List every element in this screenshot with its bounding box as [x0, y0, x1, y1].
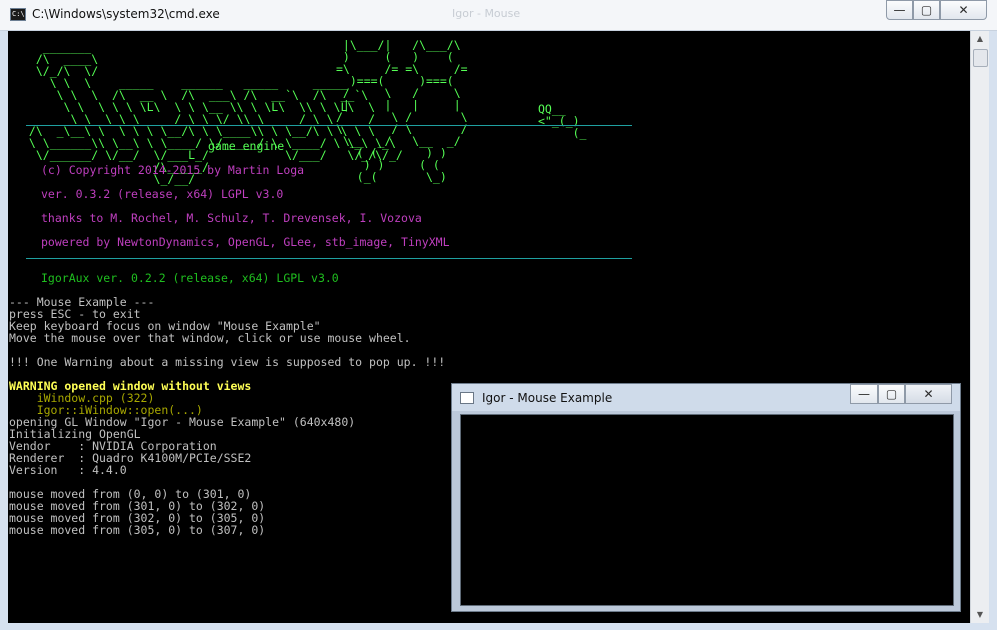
scroll-thumb[interactable] [973, 49, 988, 67]
logo-baseline [26, 125, 632, 126]
move-hint: Move the mouse over that window, click o… [9, 331, 411, 345]
close-icon: ✕ [958, 3, 969, 17]
maximize-icon: ▢ [885, 387, 898, 401]
gl-version-line: Version : 4.4.0 [9, 463, 127, 477]
igor-window-title: Igor - Mouse Example [482, 391, 613, 405]
igor-close-button[interactable]: ✕ [905, 384, 952, 404]
close-icon: ✕ [923, 387, 934, 401]
minimize-icon: — [893, 3, 906, 17]
engine-label: game engine [208, 139, 285, 153]
cats-ascii-art: |\___/| /\___/\ ) ( ) ( =\ /= =\ /= )===… [336, 38, 468, 184]
igor-maximize-button[interactable]: ▢ [878, 384, 905, 404]
igor-window: Igor - Mouse Example — ▢ ✕ [451, 383, 961, 612]
cmd-window-title: C:\Windows\system32\cmd.exe [32, 7, 220, 21]
copyright-line: (c) Copyright 2014-2015 by Martin Loga [41, 163, 305, 177]
maximize-icon: ▢ [920, 3, 933, 17]
cmd-close-button[interactable]: ✕ [940, 0, 987, 20]
mouse-log-line: mouse moved from (305, 0) to (307, 0) [9, 523, 266, 537]
ghost-window-title: Igor - Mouse [452, 7, 521, 20]
warning-notice: !!! One Warning about a missing view is … [9, 355, 446, 369]
powered-line: powered by NewtonDynamics, OpenGL, GLee,… [41, 235, 450, 249]
igor-render-canvas[interactable] [460, 414, 954, 606]
mouse-ascii-art: QQ__ <"_(_) (_ [538, 102, 587, 140]
igor-titlebar[interactable]: Igor - Mouse Example — ▢ ✕ [452, 384, 960, 411]
cmd-maximize-button[interactable]: ▢ [913, 0, 940, 20]
scroll-down-icon[interactable]: ▼ [971, 607, 989, 623]
vertical-scrollbar[interactable]: ▲ ▼ [970, 31, 989, 623]
igoraux-version-line: IgorAux ver. 0.2.2 (release, x64) LGPL v… [41, 271, 339, 285]
minimize-icon: — [858, 387, 870, 401]
version-line: ver. 0.3.2 (release, x64) LGPL v3.0 [41, 187, 284, 201]
cmd-titlebar[interactable]: C:\ C:\Windows\system32\cmd.exe Igor - M… [0, 0, 997, 31]
cmd-minimize-button[interactable]: — [886, 0, 913, 20]
igor-app-icon[interactable] [460, 392, 474, 404]
thanks-line: thanks to M. Rochel, M. Schulz, T. Dreve… [41, 211, 422, 225]
igor-minimize-button[interactable]: — [850, 384, 878, 404]
info-divider [26, 258, 632, 259]
scroll-up-icon[interactable]: ▲ [971, 31, 989, 47]
cmd-app-icon[interactable]: C:\ [10, 8, 26, 21]
